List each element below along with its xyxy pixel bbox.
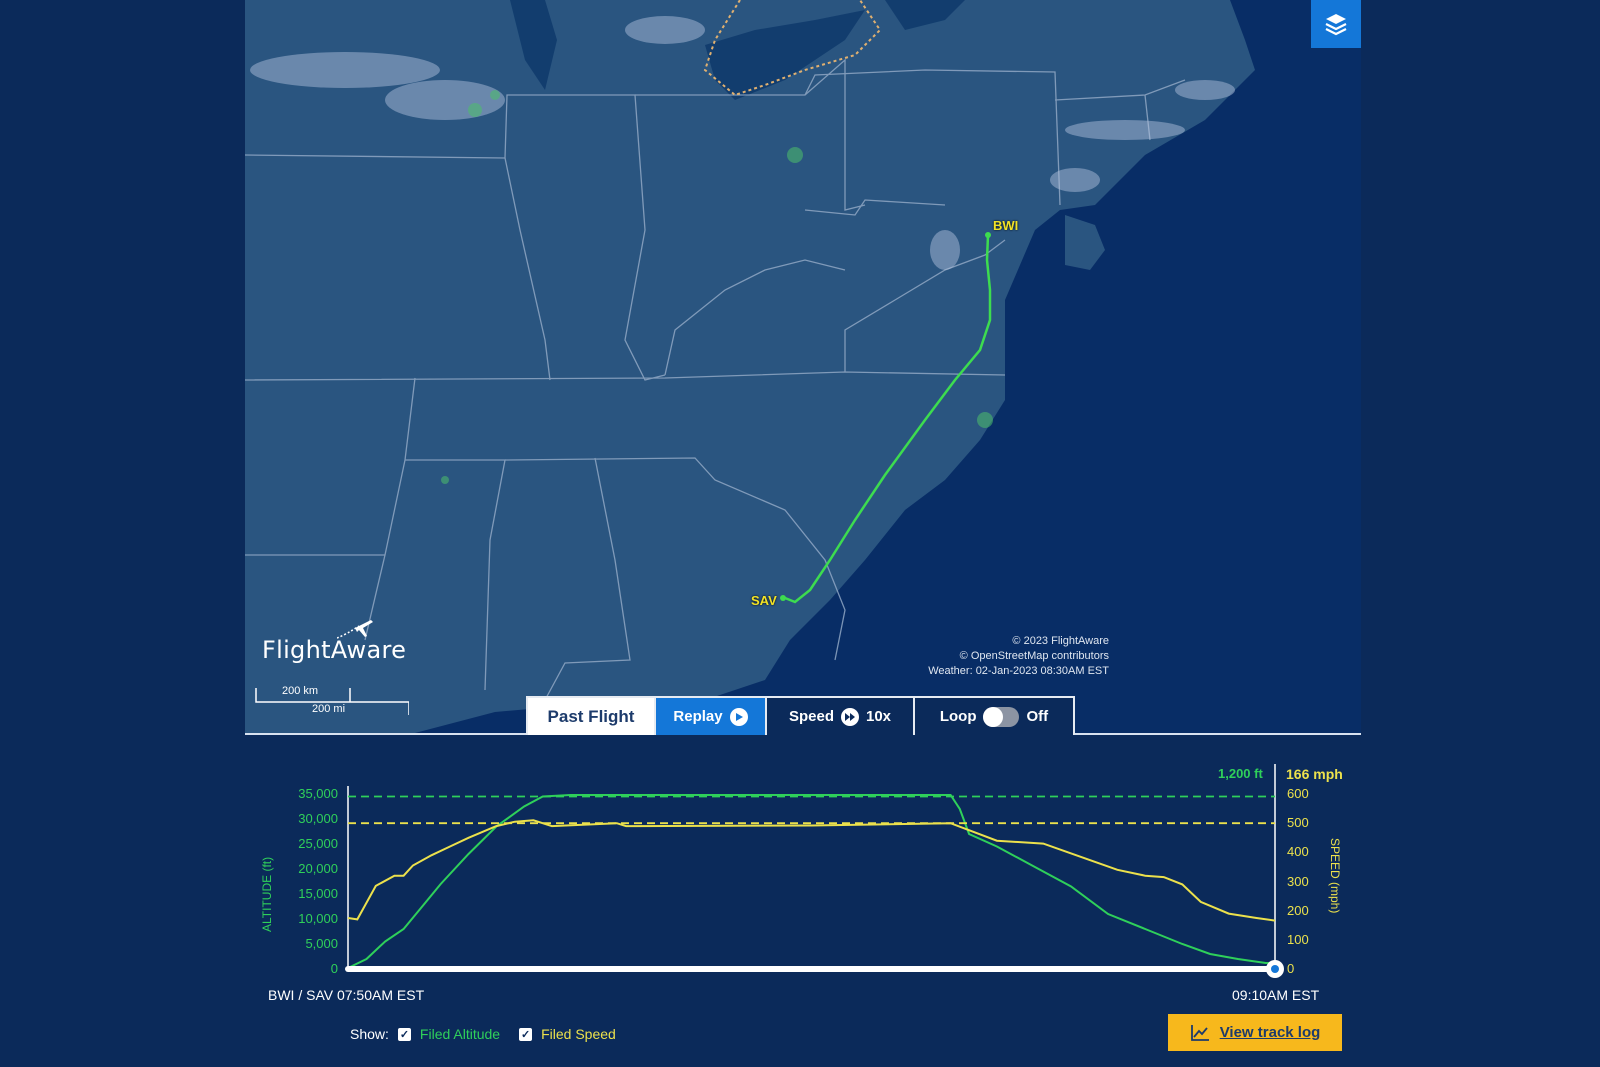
series-line-speed-mph (347, 819, 1276, 922)
loop-label: Loop (939, 708, 977, 725)
speed-tick-label: 200 (1287, 902, 1309, 918)
past-flight-tab[interactable]: Past Flight (528, 698, 656, 735)
progress-knob-center (1271, 965, 1279, 973)
series-line-altitude-ft (347, 794, 1275, 969)
flight-map[interactable]: BWI SAV © 2023 FlightAware © OpenStreetM… (245, 0, 1361, 735)
filed-altitude-checkbox[interactable]: ✓ (397, 1027, 411, 1041)
past-flight-label: Past Flight (547, 706, 635, 726)
altitude-tick-label: 35,000 (298, 786, 338, 801)
play-icon (729, 707, 748, 726)
scale-mi: 200 mi (312, 703, 346, 715)
speed-tick-label: 400 (1287, 844, 1309, 860)
scale-km: 200 km (282, 685, 319, 697)
speed-tick-label: 100 (1287, 931, 1309, 947)
altitude-tick-label: 0 (330, 961, 338, 976)
filed-speed-label[interactable]: Filed Speed (541, 1026, 616, 1042)
speed-label: Speed (788, 708, 834, 725)
origin-label[interactable]: BWI (993, 218, 1018, 233)
replay-label: Replay (673, 708, 723, 725)
loop-state: Off (1026, 708, 1049, 725)
view-track-log-button[interactable]: View track log (1168, 1014, 1342, 1051)
speed-tick-label: 500 (1287, 815, 1309, 831)
origin-marker[interactable] (985, 232, 991, 238)
altitude-axis-title: ALTITUDE (ft) (260, 856, 274, 932)
copyright-flightaware: © 2023 FlightAware (1012, 635, 1109, 647)
fast-forward-icon (840, 707, 859, 726)
chart-line-icon (1190, 1024, 1209, 1041)
start-time-label: BWI / SAV 07:50AM EST (268, 987, 425, 1003)
speed-tick-label: 600 (1287, 786, 1309, 801)
altitude-tick-label: 5,000 (305, 936, 338, 951)
speed-tick-label: 0 (1287, 961, 1295, 976)
altitude-tick-label: 25,000 (298, 836, 338, 851)
loop-switch[interactable] (983, 706, 1020, 727)
speed-readout: 166 mph (1286, 766, 1343, 782)
show-label: Show: (350, 1026, 389, 1042)
map-scale: 200 km 200 mi (255, 682, 409, 718)
copyright-osm: © OpenStreetMap contributors (959, 650, 1109, 662)
end-time-label: 09:10AM EST (1232, 987, 1320, 1003)
speed-tick-label: 300 (1287, 873, 1309, 889)
destination-label[interactable]: SAV (751, 593, 777, 608)
speed-value: 10x (865, 708, 892, 725)
plane-icon (337, 620, 373, 639)
series-toggles: Show: ✓ Filed Altitude ✓ Filed Speed (350, 1026, 616, 1042)
layers-icon (1325, 14, 1347, 36)
track-log-label: View track log (1219, 1024, 1321, 1041)
filed-altitude-label[interactable]: Filed Altitude (420, 1026, 500, 1042)
map-canvas (245, 0, 1255, 733)
loop-toggle[interactable]: Loop Off (915, 698, 1073, 735)
flightaware-logo: FlightAware (262, 620, 407, 664)
altitude-tick-label: 30,000 (298, 811, 338, 826)
layers-button[interactable] (1311, 0, 1361, 48)
speed-button[interactable]: Speed 10x (767, 698, 915, 735)
weather-timestamp: Weather: 02-Jan-2023 08:30AM EST (928, 665, 1109, 677)
map-attribution: © 2023 FlightAware © OpenStreetMap contr… (928, 634, 1109, 679)
destination-marker[interactable] (780, 595, 786, 601)
replay-button[interactable]: Replay (656, 698, 767, 735)
altitude-readout: 1,200 ft (1218, 766, 1263, 781)
progress-knob (1266, 960, 1284, 978)
filed-speed-checkbox[interactable]: ✓ (519, 1027, 533, 1041)
land-mass (1065, 215, 1105, 270)
playback-controls: Past Flight Replay Speed 10x Loop Off (526, 696, 1075, 735)
speed-axis-title: SPEED (mph) (1328, 838, 1342, 914)
logo-text: FlightAware (262, 636, 407, 664)
